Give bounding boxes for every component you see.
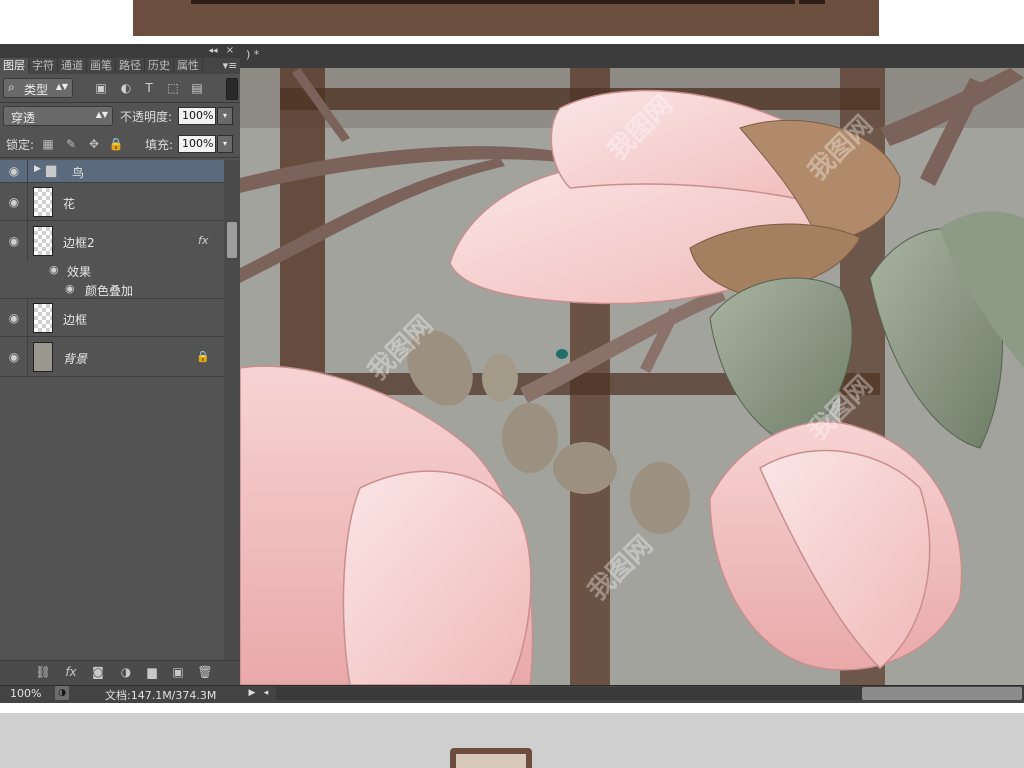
fill-label: 填充: xyxy=(145,138,174,152)
tab-layers[interactable]: 图层 xyxy=(0,58,29,74)
frame-notch xyxy=(799,0,825,4)
eye-icon[interactable]: ◉ xyxy=(6,164,22,178)
folder-icon: ▆ xyxy=(46,163,56,178)
divider xyxy=(27,221,28,261)
adjustment-icon[interactable]: ◑ xyxy=(117,664,135,680)
document-canvas[interactable]: 我图网 我图网 我图网 我图网 我图网 xyxy=(240,68,1024,685)
scrollbar-thumb[interactable] xyxy=(862,687,1022,700)
divider xyxy=(27,160,28,182)
tab-paths[interactable]: 路径 xyxy=(116,58,145,74)
frame-inner xyxy=(456,754,526,768)
eye-icon[interactable]: ◉ xyxy=(6,350,22,364)
new-layer-icon[interactable]: ▣ xyxy=(169,664,187,680)
lock-all-icon[interactable]: 🔒 xyxy=(108,136,124,152)
eye-icon[interactable]: ◉ xyxy=(49,263,59,276)
layer-thumbnail xyxy=(33,303,53,333)
mask-icon[interactable]: ◙ xyxy=(89,664,107,680)
panel-tabs: 图层 字符 通道 画笔 路径 历史 属性 xyxy=(0,58,240,74)
document-tab-bar: ) * xyxy=(240,44,1024,68)
layer-thumbnail xyxy=(33,226,53,256)
effect-name: 颜色叠加 xyxy=(85,284,134,298)
eye-icon[interactable]: ◉ xyxy=(6,311,22,325)
layer-effect-color-overlay[interactable]: ◉ 颜色叠加 xyxy=(0,280,224,299)
expand-triangle-icon[interactable]: ▶ xyxy=(34,164,41,174)
divider xyxy=(27,299,28,336)
frame-notch xyxy=(191,0,217,4)
scrollbar-thumb[interactable] xyxy=(227,222,237,258)
tab-character[interactable]: 字符 xyxy=(29,58,58,74)
divider xyxy=(27,337,28,376)
bottom-decorative-frame xyxy=(450,748,532,768)
lock-label: 锁定: xyxy=(6,138,35,152)
top-decorative-frame xyxy=(133,0,879,36)
chevron-updown-icon: ▲▼ xyxy=(55,82,68,91)
smart-object-filter-icon[interactable]: ▤ xyxy=(188,79,206,97)
divider xyxy=(27,183,28,220)
type-filter-icon[interactable]: T xyxy=(140,79,158,97)
layer-row-bird-group[interactable]: ◉ ▶ ▆ 鸟 xyxy=(0,160,224,183)
layer-row-border2[interactable]: ◉ 边框2 fx xyxy=(0,221,224,261)
fx-icon[interactable]: fx xyxy=(198,234,208,247)
collapse-panel-icon[interactable]: ◂◂ xyxy=(206,44,220,58)
blend-mode-value: 穿透 xyxy=(11,111,36,125)
tab-history[interactable]: 历史 xyxy=(145,58,174,74)
lock-image-pixels-icon[interactable]: ✎ xyxy=(63,136,79,152)
trash-icon[interactable]: 🗑 xyxy=(196,664,214,680)
layer-name: 鸟 xyxy=(72,166,85,180)
divider xyxy=(0,157,240,158)
close-panel-icon[interactable]: × xyxy=(223,44,237,58)
link-icon[interactable]: ⛓ xyxy=(34,664,52,680)
layer-name: 边框 xyxy=(63,313,88,327)
eye-icon[interactable]: ◉ xyxy=(65,282,75,295)
eye-icon[interactable]: ◉ xyxy=(6,234,22,248)
frame-inner-line xyxy=(215,0,795,4)
shape-filter-icon[interactable]: ⬚ xyxy=(164,79,182,97)
fill-input[interactable]: 100% xyxy=(178,135,216,153)
layer-effects-row[interactable]: ◉ 效果 xyxy=(0,261,224,280)
divider xyxy=(0,102,240,103)
chevron-updown-icon: ▲▼ xyxy=(95,110,108,119)
eye-icon[interactable]: ◉ xyxy=(6,195,22,209)
tab-brushes[interactable]: 画笔 xyxy=(87,58,116,74)
status-info-icon[interactable]: ◑ xyxy=(55,686,69,700)
layer-list: ◉ ▶ ▆ 鸟 ◉ 花 ◉ 边框2 fx ◉ 效果 ◉ 颜色叠加 ◉ 边框 ◉ xyxy=(0,160,224,660)
effects-label: 效果 xyxy=(67,265,92,279)
layer-row-flower[interactable]: ◉ 花 xyxy=(0,183,224,221)
image-filter-icon[interactable]: ▣ xyxy=(92,79,110,97)
canvas-artwork xyxy=(240,68,1024,685)
fill-dropdown-icon[interactable]: ▾ xyxy=(217,135,233,153)
lock-transparency-icon[interactable]: ▦ xyxy=(40,136,56,152)
tab-properties[interactable]: 属性 xyxy=(174,58,203,74)
opacity-label: 不透明度: xyxy=(120,110,173,124)
lock-position-icon[interactable]: ✥ xyxy=(86,136,102,152)
layer-thumbnail xyxy=(33,342,53,372)
adjustment-filter-icon[interactable]: ◐ xyxy=(117,79,135,97)
layer-name: 边框2 xyxy=(63,236,95,250)
zoom-level[interactable]: 100% xyxy=(10,687,41,700)
layer-filter-select[interactable]: ⌕ 类型 ▲▼ xyxy=(3,78,73,98)
tab-channels[interactable]: 通道 xyxy=(58,58,87,74)
layer-name: 花 xyxy=(63,197,76,211)
folder-icon[interactable]: ▆ xyxy=(143,664,161,680)
document-tab-title[interactable]: ) * xyxy=(246,48,259,61)
lock-icon: 🔒 xyxy=(196,350,210,363)
layer-row-border[interactable]: ◉ 边框 xyxy=(0,299,224,337)
search-icon: ⌕ xyxy=(8,80,15,94)
layer-thumbnail xyxy=(33,187,53,217)
status-menu-arrow-icon[interactable]: ▶ xyxy=(246,686,258,700)
panel-menu-icon[interactable]: ▾≡ xyxy=(222,58,238,74)
fx-icon[interactable]: fx xyxy=(62,664,80,680)
bottom-band xyxy=(0,703,1024,713)
scroll-left-icon[interactable]: ◂ xyxy=(260,686,272,700)
layer-name: 背景 xyxy=(63,352,88,366)
blend-mode-select[interactable]: 穿透 ▲▼ xyxy=(3,106,113,126)
filter-toggle-switch[interactable] xyxy=(226,78,238,100)
document-size: 文档:147.1M/374.3M xyxy=(105,689,217,702)
layer-row-background[interactable]: ◉ 背景 🔒 xyxy=(0,337,224,377)
filter-type-label: 类型 xyxy=(24,83,49,97)
opacity-input[interactable]: 100% xyxy=(178,107,216,125)
opacity-dropdown-icon[interactable]: ▾ xyxy=(217,107,233,125)
panel-title-bar xyxy=(0,44,240,58)
